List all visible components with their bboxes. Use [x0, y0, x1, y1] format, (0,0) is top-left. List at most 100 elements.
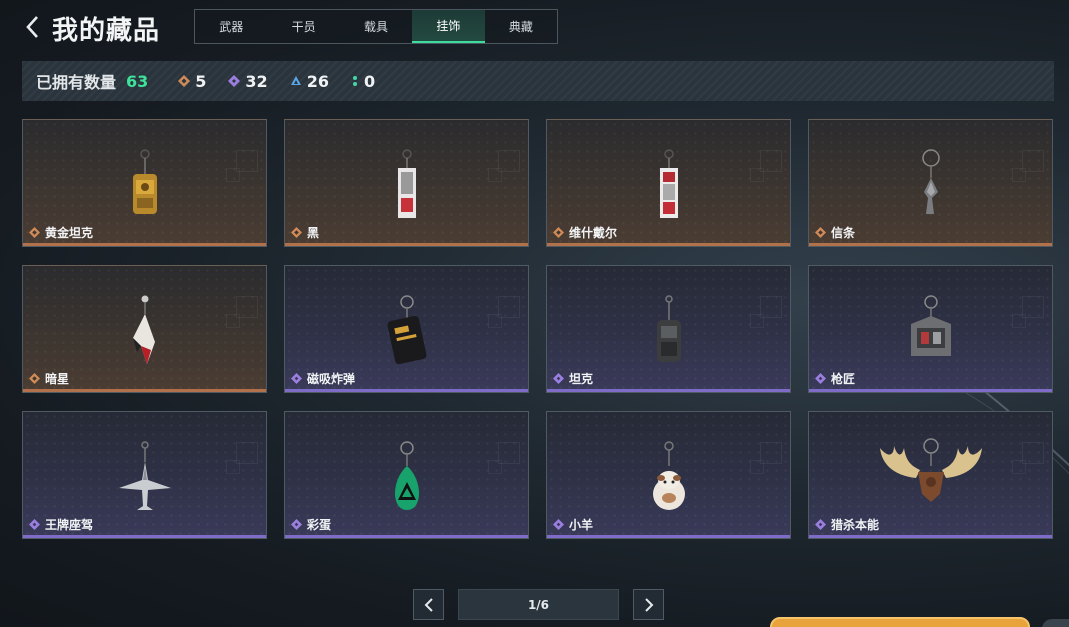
purple-diamond-icon — [553, 519, 564, 530]
charm-name: 暗星 — [45, 372, 70, 386]
charm-card[interactable]: 黑 — [284, 119, 529, 247]
purple-diamond-icon — [815, 373, 826, 384]
chevron-left-icon — [424, 597, 433, 612]
gold-count: 5 — [195, 71, 207, 91]
next-page-button[interactable] — [633, 589, 664, 620]
purple-diamond-icon — [29, 519, 40, 530]
card-decoration — [1012, 460, 1026, 474]
page-indicator: 1/6 — [458, 589, 619, 620]
charm-label: 猎杀本能 — [815, 516, 879, 533]
tab-vehicles[interactable]: 载具 — [340, 10, 412, 43]
card-decoration — [750, 314, 764, 328]
card-decoration — [488, 168, 502, 182]
hei-card-charm-icon — [397, 149, 416, 218]
card-decoration — [1012, 314, 1026, 328]
purple-diamond-icon — [291, 373, 302, 384]
gold-diamond-icon — [178, 75, 191, 87]
charm-card[interactable]: 坦克 — [546, 265, 791, 393]
bottom-secondary-button[interactable] — [1042, 619, 1069, 627]
charm-name: 维什戴尔 — [569, 226, 618, 240]
charm-grid: 黄金坦克 黑 维什戴尔 信条 暗星 磁吸炸弹 坦克 枪匠 王牌座驾 彩蛋 小羊 … — [22, 119, 1054, 541]
charm-name: 黄金坦克 — [45, 226, 94, 240]
charm-name: 枪匠 — [831, 372, 856, 386]
green-count: 0 — [363, 71, 376, 91]
stat-green: 0 — [351, 72, 375, 91]
gold-diamond-icon — [291, 227, 302, 238]
charm-label: 磁吸炸弹 — [291, 370, 355, 387]
magnetic-bomb-charm-icon — [387, 295, 426, 365]
tab-charms[interactable]: 挂饰 — [412, 10, 485, 43]
blue-count: 26 — [306, 71, 329, 91]
charm-name: 小羊 — [569, 518, 594, 532]
charm-card[interactable]: 黄金坦克 — [22, 119, 267, 247]
page-title: 我的藏品 — [52, 16, 161, 46]
charm-name: 彩蛋 — [307, 518, 332, 532]
gunsmith-charm-icon — [910, 295, 951, 356]
charm-card[interactable]: 维什戴尔 — [546, 119, 791, 247]
gold-diamond-icon — [815, 227, 826, 238]
charm-name: 磁吸炸弹 — [307, 372, 356, 386]
golden-tank-charm-icon — [132, 149, 157, 214]
gold-diamond-icon — [29, 227, 40, 238]
charm-label: 黑 — [291, 224, 319, 241]
purple-diamond-icon — [815, 519, 826, 530]
bottom-action-button[interactable] — [770, 617, 1030, 627]
card-decoration — [488, 460, 502, 474]
ownership-stats-bar: 已拥有数量 63 5 32 26 0 — [22, 61, 1054, 101]
gold-diamond-icon — [553, 227, 564, 238]
purple-diamond-icon — [291, 519, 302, 530]
charm-card[interactable]: 彩蛋 — [284, 411, 529, 539]
charm-label: 黄金坦克 — [29, 224, 93, 241]
blue-triangle-icon — [290, 76, 301, 85]
owned-count-label: 已拥有数量 — [36, 73, 117, 92]
card-decoration — [226, 168, 240, 182]
moose-antler-charm-icon — [879, 438, 982, 502]
card-decoration — [488, 314, 502, 328]
card-decoration — [226, 314, 240, 328]
category-tabs: 武器 干员 载具 挂饰 典藏 — [194, 9, 558, 44]
charm-label: 王牌座驾 — [29, 516, 93, 533]
charm-card[interactable]: 磁吸炸弹 — [284, 265, 529, 393]
charm-card[interactable]: 小羊 — [546, 411, 791, 539]
purple-count: 32 — [245, 71, 268, 91]
charm-name: 信条 — [831, 226, 856, 240]
charm-name: 王牌座驾 — [45, 518, 94, 532]
dark-star-charm-icon — [132, 295, 155, 364]
card-decoration — [750, 460, 764, 474]
charm-label: 彩蛋 — [291, 516, 331, 533]
tab-operators[interactable]: 干员 — [267, 10, 339, 43]
green-dots-icon — [352, 76, 357, 86]
card-decoration — [226, 460, 240, 474]
lamb-charm-icon — [652, 441, 685, 510]
charm-label: 小羊 — [553, 516, 593, 533]
charm-label: 信条 — [815, 224, 855, 241]
creed-charm-icon — [921, 149, 940, 214]
charm-card[interactable]: 猎杀本能 — [808, 411, 1053, 539]
owned-total-count: 63 — [126, 71, 149, 91]
charm-label: 枪匠 — [815, 370, 855, 387]
purple-diamond-icon — [553, 373, 564, 384]
charm-label: 暗星 — [29, 370, 69, 387]
charm-card[interactable]: 暗星 — [22, 265, 267, 393]
gold-diamond-icon — [29, 373, 40, 384]
charm-card[interactable]: 枪匠 — [808, 265, 1053, 393]
ace-jet-charm-icon — [118, 441, 171, 510]
wisadel-card-charm-icon — [659, 149, 678, 218]
purple-diamond-icon — [228, 75, 241, 87]
tab-collection[interactable]: 典藏 — [485, 10, 557, 43]
easter-egg-charm-icon — [394, 441, 419, 510]
charm-card[interactable]: 信条 — [808, 119, 1053, 247]
card-decoration — [1012, 168, 1026, 182]
back-button[interactable] — [20, 12, 46, 42]
charm-label: 维什戴尔 — [553, 224, 617, 241]
chevron-left-icon — [26, 16, 38, 38]
tab-weapons[interactable]: 武器 — [195, 10, 267, 43]
stat-blue: 26 — [290, 72, 329, 91]
charm-name: 坦克 — [569, 372, 594, 386]
charm-name: 猎杀本能 — [831, 518, 880, 532]
stat-purple: 32 — [228, 71, 268, 91]
previous-page-button[interactable] — [413, 589, 444, 620]
card-decoration — [750, 168, 764, 182]
charm-label: 坦克 — [553, 370, 593, 387]
charm-card[interactable]: 王牌座驾 — [22, 411, 267, 539]
